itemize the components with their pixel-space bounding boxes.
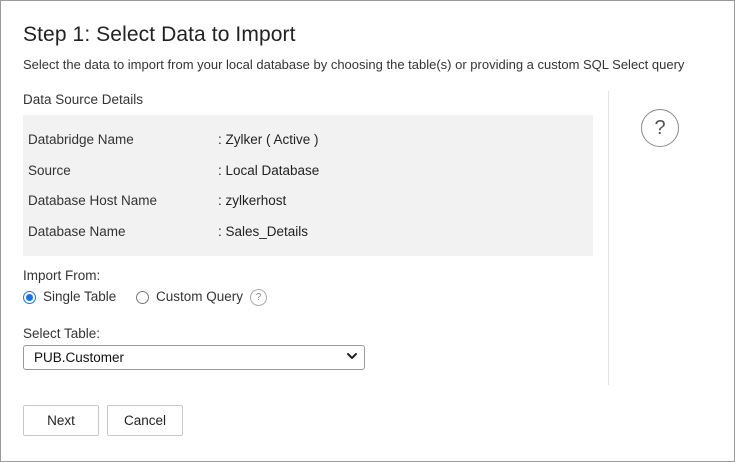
page-title: Step 1: Select Data to Import: [23, 23, 296, 46]
single-table-radio[interactable]: [23, 291, 36, 304]
help-icon[interactable]: ?: [641, 109, 679, 147]
custom-query-radio[interactable]: [136, 291, 149, 304]
cancel-button[interactable]: Cancel: [107, 405, 183, 436]
single-table-radio-label[interactable]: Single Table: [43, 289, 116, 304]
data-source-details-panel: Databridge Name : Zylker ( Active ) Sour…: [23, 115, 593, 256]
detail-label: Databridge Name: [28, 132, 134, 147]
detail-label: Database Name: [28, 224, 126, 239]
next-button[interactable]: Next: [23, 405, 99, 436]
detail-label: Source: [28, 163, 71, 178]
select-table-dropdown[interactable]: PUB.Customer: [23, 345, 365, 370]
chevron-down-icon: [347, 353, 357, 359]
select-table-label: Select Table:: [23, 326, 101, 341]
detail-value: : Zylker ( Active ): [218, 132, 319, 147]
detail-value: : Local Database: [218, 163, 320, 178]
detail-value: : zylkerhost: [218, 193, 287, 208]
import-wizard-dialog: Step 1: Select Data to Import Select the…: [0, 0, 735, 462]
vertical-divider: [608, 91, 609, 385]
select-table-value: PUB.Customer: [34, 350, 125, 365]
detail-label: Database Host Name: [28, 193, 158, 208]
custom-query-help-icon[interactable]: ?: [250, 289, 267, 306]
import-from-label: Import From:: [23, 268, 101, 283]
page-subtitle: Select the data to import from your loca…: [23, 57, 685, 72]
detail-value: : Sales_Details: [218, 224, 309, 239]
data-source-heading: Data Source Details: [23, 92, 144, 107]
custom-query-radio-label[interactable]: Custom Query: [156, 289, 243, 304]
